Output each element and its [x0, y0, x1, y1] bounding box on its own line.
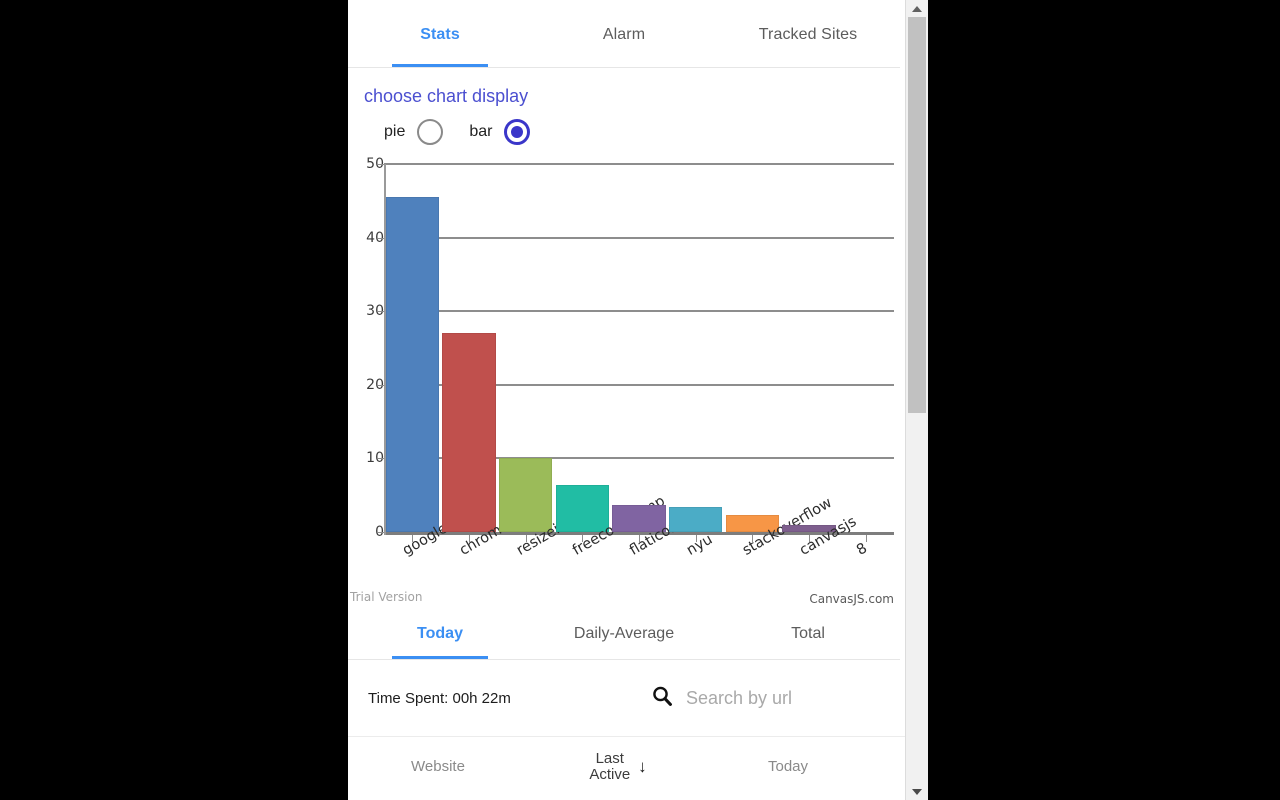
- column-header-last-active-label: Last Active: [589, 749, 631, 783]
- scrollbar-thumb[interactable]: [908, 17, 926, 413]
- column-header-website[interactable]: Website: [348, 758, 528, 775]
- chart-gridline: [384, 310, 894, 313]
- tab-today-label: Today: [417, 624, 463, 642]
- tab-today[interactable]: Today: [348, 608, 532, 659]
- chevron-down-icon: [912, 788, 922, 795]
- chart-type-radio-group: pie bar: [384, 119, 928, 145]
- chart-vendor-watermark: CanvasJS.com: [809, 592, 894, 606]
- column-header-last-active[interactable]: Last Active ↓: [528, 749, 708, 783]
- radio-label-pie: pie: [384, 123, 406, 140]
- tab-tracked-sites-label: Tracked Sites: [758, 26, 858, 43]
- chart-gridline: [384, 236, 894, 239]
- radio-label-bar: bar: [469, 123, 493, 140]
- summary-row: Time Spent: 00h 22m: [348, 660, 928, 736]
- column-header-website-label: Website: [411, 758, 465, 775]
- tab-total-label: Total: [791, 624, 825, 642]
- chart-trial-watermark: Trial Version: [350, 590, 423, 604]
- radio-pie[interactable]: [417, 119, 444, 145]
- tab-tracked-sites[interactable]: Tracked Sites: [716, 0, 900, 67]
- sites-table-header: Website Last Active ↓ Today: [348, 736, 928, 788]
- column-header-today[interactable]: Today: [708, 758, 868, 775]
- chart-bar[interactable]: [555, 484, 609, 532]
- chart-gridline: [384, 163, 894, 165]
- search-icon: [650, 684, 674, 713]
- tab-total[interactable]: Total: [716, 608, 900, 659]
- chevron-up-icon: [912, 5, 922, 12]
- tab-daily-average-label: Daily-Average: [573, 624, 675, 642]
- tab-stats-label: Stats: [420, 26, 460, 43]
- search-input[interactable]: [684, 686, 864, 710]
- chart-bar[interactable]: [442, 333, 496, 532]
- bar-chart: Trial Version CanvasJS.com 0 10 20 30 40 50 go…: [348, 153, 908, 608]
- scroll-down-button[interactable]: [906, 783, 928, 800]
- time-spent-label: Time Spent: 00h 22m: [368, 689, 511, 707]
- tab-alarm-label: Alarm: [602, 26, 646, 43]
- chart-bar[interactable]: [385, 197, 439, 532]
- radio-bar[interactable]: [504, 119, 531, 145]
- period-tab-bar: Today Daily-Average Total: [348, 608, 900, 660]
- x-axis-tick-label: nyu: [683, 531, 716, 559]
- tab-stats[interactable]: Stats: [348, 0, 532, 67]
- vertical-scrollbar[interactable]: [905, 0, 928, 800]
- sort-descending-icon[interactable]: ↓: [638, 757, 647, 777]
- x-axis-tick-label: 8: [853, 540, 870, 559]
- column-header-today-label: Today: [767, 758, 809, 775]
- chart-bar[interactable]: [499, 458, 553, 532]
- scroll-up-button[interactable]: [906, 0, 928, 17]
- x-axis-tick-mark: [865, 535, 867, 542]
- search-container: [650, 684, 864, 713]
- tab-alarm[interactable]: Alarm: [532, 0, 716, 67]
- extension-popup: Stats Alarm Tracked Sites choose chart d…: [348, 0, 928, 800]
- tab-daily-average[interactable]: Daily-Average: [532, 608, 716, 659]
- main-tab-bar: Stats Alarm Tracked Sites: [348, 0, 900, 68]
- chart-display-heading: choose chart display: [364, 86, 529, 106]
- chart-bar[interactable]: [669, 506, 723, 532]
